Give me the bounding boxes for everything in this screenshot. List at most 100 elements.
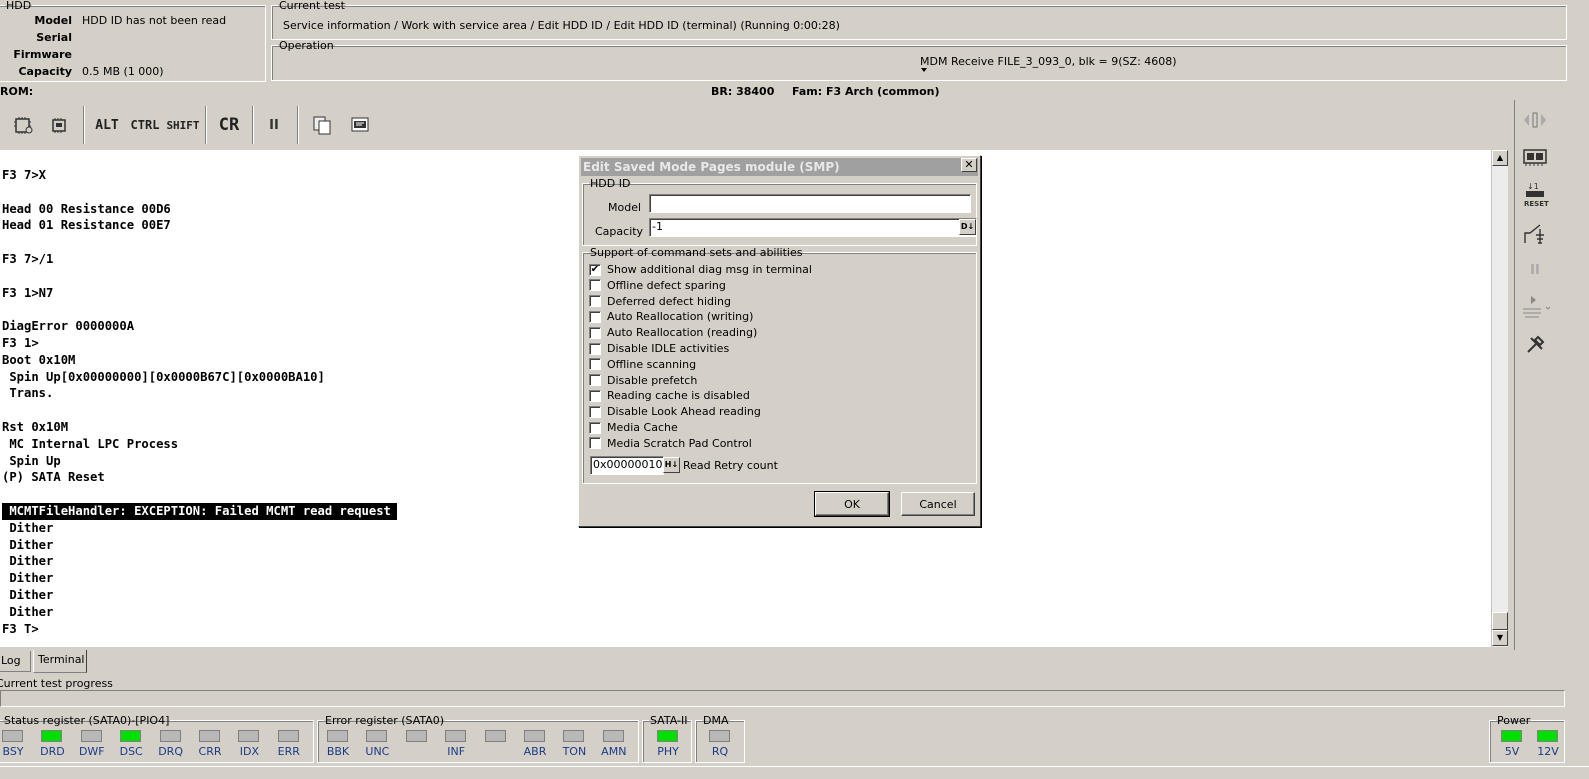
option-checkbox[interactable]: Media Cache <box>589 420 678 435</box>
option-label: Disable Look Ahead reading <box>607 405 761 419</box>
reset-icon[interactable]: ↓1 RESET <box>1520 180 1550 208</box>
idx-led <box>238 730 260 742</box>
checkbox-box[interactable] <box>589 295 601 308</box>
option-checkbox[interactable]: Auto Reallocation (writing) <box>589 309 753 324</box>
pause-side-icon[interactable]: II <box>1520 256 1550 284</box>
terminal-line: (P) SATA Reset <box>2 470 105 485</box>
dma-legend: DMA <box>703 714 729 727</box>
switch-icon[interactable] <box>1520 220 1550 248</box>
terminal-line: Dither <box>2 554 54 569</box>
option-checkbox[interactable]: Offline scanning <box>589 357 696 372</box>
checkbox-box[interactable] <box>589 342 601 355</box>
terminal-scrollbar[interactable]: ▲ ▼ <box>1491 150 1508 647</box>
terminal-line: Dither <box>2 571 54 586</box>
terminal-line: Trans. <box>2 386 54 401</box>
12v-led <box>1537 730 1558 742</box>
retry-count-input[interactable]: 0x00000010 <box>590 456 664 475</box>
terminal-line: Dither <box>2 537 54 552</box>
ctrl-button[interactable]: CTRL <box>128 109 162 141</box>
led-label: DRD <box>40 745 65 758</box>
power-legend: Power <box>1497 714 1531 727</box>
phy-led <box>657 730 678 742</box>
chip-open-icon[interactable] <box>8 109 38 141</box>
checkbox-box[interactable] <box>589 279 601 292</box>
tools-icon[interactable] <box>1520 331 1550 359</box>
toolbar-separator <box>83 106 85 144</box>
dwf-led <box>80 730 102 742</box>
progress-label: Current test progress <box>0 677 113 690</box>
option-checkbox[interactable]: Auto Reallocation (reading) <box>589 325 757 340</box>
checkbox-box[interactable] <box>589 374 601 387</box>
cr-button[interactable]: CR <box>214 109 244 141</box>
shift-button[interactable]: SHIFT <box>165 109 201 141</box>
checkbox-box[interactable] <box>589 421 601 434</box>
bsy-led <box>2 730 23 742</box>
terminal-line: Rst 0x10M <box>2 420 69 434</box>
capacity-input[interactable]: -1 <box>649 218 977 237</box>
pause-button[interactable]: II <box>262 109 286 141</box>
board-icon[interactable] <box>1520 143 1550 171</box>
option-label: Auto Reallocation (writing) <box>607 310 754 324</box>
option-checkbox[interactable]: Offline defect sparing <box>589 278 726 293</box>
baud-rate: BR: 38400 <box>711 85 775 98</box>
rq-label: RQ <box>711 745 729 758</box>
hdd-capacity-label: Capacity <box>18 65 72 78</box>
terminal-line: Spin Up <box>2 453 61 468</box>
checkbox-box[interactable] <box>589 405 601 418</box>
progress-bar <box>0 690 1565 707</box>
checkbox-box[interactable] <box>589 437 601 450</box>
current-test-legend: Current test <box>279 0 345 12</box>
hdd-serial-label: Serial <box>36 31 72 44</box>
scroll-thumb[interactable] <box>1492 612 1508 630</box>
dialog-capacity-label: Capacity <box>595 225 644 238</box>
option-checkbox[interactable]: Reading cache is disabled <box>589 388 750 403</box>
crr-led <box>199 730 220 742</box>
option-label: Reading cache is disabled <box>607 389 750 403</box>
terminal-line: F3 1> <box>2 336 39 350</box>
option-checkbox[interactable]: Disable prefetch <box>589 373 697 388</box>
checkmark-icon[interactable]: ✔ <box>589 263 601 276</box>
checkbox-box[interactable] <box>589 358 601 371</box>
model-input[interactable] <box>649 194 971 213</box>
alt-button[interactable]: ALT <box>92 109 122 141</box>
option-checkbox[interactable]: ✔ Show additional diag msg in terminal <box>589 262 812 277</box>
inf-led <box>445 730 467 742</box>
terminal-line: Boot 0x10M <box>2 352 76 367</box>
unc-led <box>366 730 388 742</box>
power-toggle-icon[interactable] <box>1520 106 1550 134</box>
terminal-settings-icon[interactable] <box>346 109 374 141</box>
terminal-line: F3 7>/1 <box>2 252 54 266</box>
close-icon[interactable]: ✕ <box>961 158 977 172</box>
scroll-down-button[interactable]: ▼ <box>1492 630 1508 646</box>
option-checkbox[interactable]: Deferred defect hiding <box>589 294 731 309</box>
checkbox-box[interactable] <box>589 389 601 402</box>
option-checkbox[interactable]: Disable IDLE activities <box>589 341 729 356</box>
led-label: DSC <box>119 745 143 758</box>
family-label: Fam: F3 Arch (common) <box>792 85 940 98</box>
checkbox-box[interactable] <box>589 310 601 323</box>
capacity-decimal-button[interactable]: D↓ <box>959 219 976 235</box>
edit-smp-dialog: Edit Saved Mode Pages module (SMP) ✕ HDD… <box>578 155 981 527</box>
blank-led <box>484 730 506 742</box>
option-label: Media Cache <box>607 421 678 434</box>
chip-save-icon[interactable] <box>44 109 74 141</box>
checkbox-box[interactable] <box>589 326 601 339</box>
hdd-firmware-row: Firmware <box>0 48 268 62</box>
step-icon[interactable] <box>1520 292 1550 320</box>
blank-led <box>405 730 427 742</box>
scroll-up-button[interactable]: ▲ <box>1492 150 1508 166</box>
option-checkbox[interactable]: Media Scratch Pad Control <box>589 436 752 451</box>
tab-log[interactable]: Log <box>0 651 31 672</box>
led-label: ABR <box>523 745 547 758</box>
terminal-line: MCMTFileHandler: EXCEPTION: Failed MCMT … <box>2 503 397 520</box>
led-label: DWF <box>78 745 105 758</box>
tab-terminal[interactable]: Terminal <box>33 650 87 673</box>
current-test-text: Service information / Work with service … <box>283 19 840 32</box>
option-checkbox[interactable]: Disable Look Ahead reading <box>589 404 761 419</box>
ok-button[interactable]: OK <box>814 491 890 517</box>
status-register-legend: Status register (SATA0)-[PIO4] <box>4 714 170 727</box>
retry-hex-button[interactable]: H↓ <box>663 457 680 473</box>
phy-label: PHY <box>657 745 679 758</box>
cancel-button[interactable]: Cancel <box>901 492 975 516</box>
copy-icon[interactable] <box>308 109 336 141</box>
